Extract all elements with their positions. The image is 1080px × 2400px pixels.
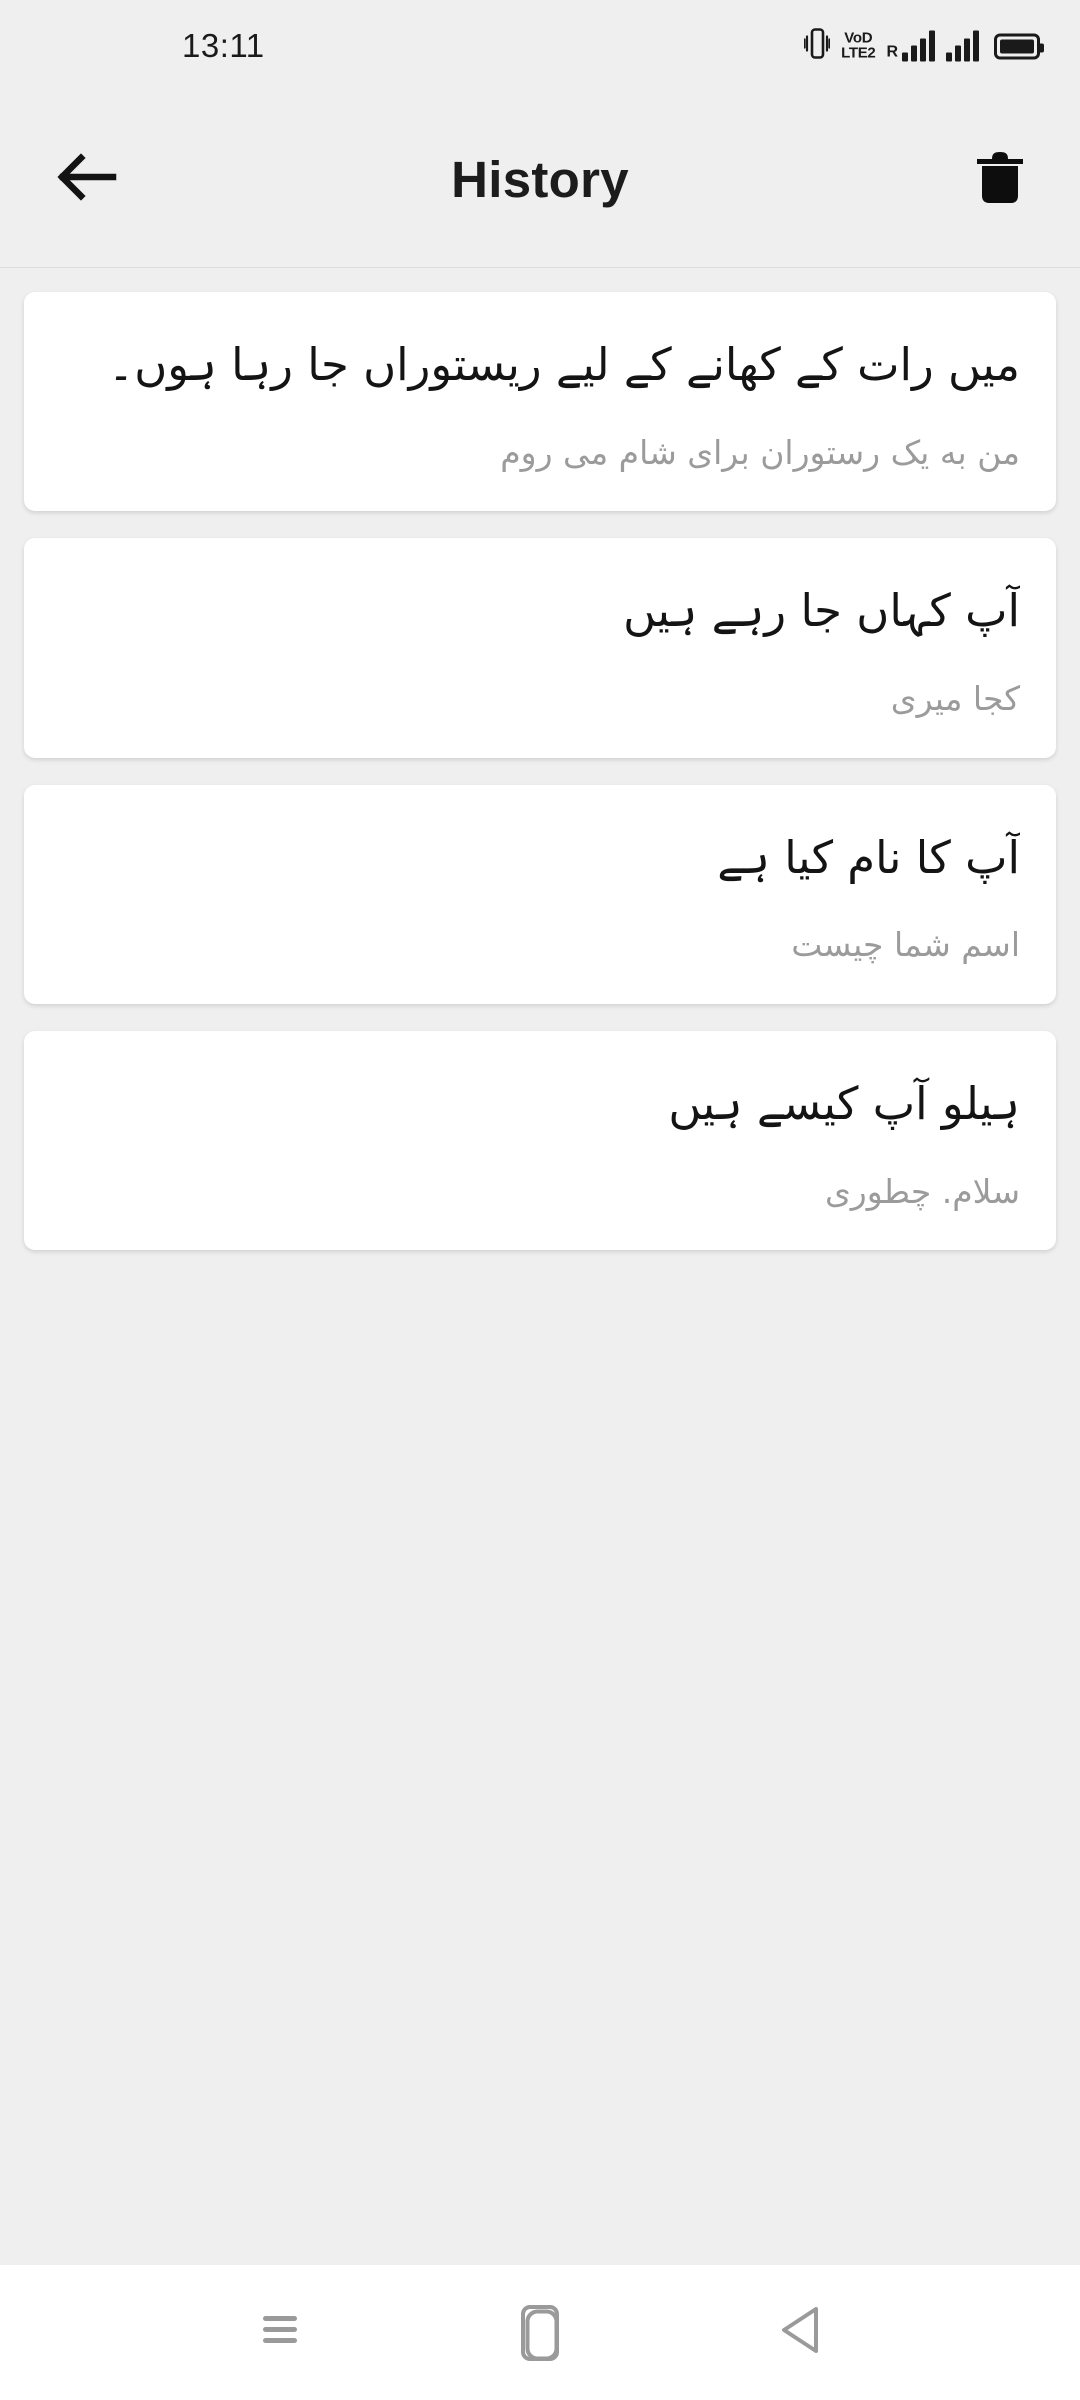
trash-icon xyxy=(976,149,1024,210)
status-icons: VoD LTE2 R xyxy=(803,27,1044,66)
app-bar: History xyxy=(0,92,1080,268)
history-item-target-text: کجا میری xyxy=(890,679,1020,718)
history-list: میں رات کے کھانے کے لیے ریستوراں جا رہا … xyxy=(0,268,1080,1250)
history-item[interactable]: میں رات کے کھانے کے لیے ریستوراں جا رہا … xyxy=(24,292,1056,512)
delete-history-button[interactable] xyxy=(950,130,1050,230)
arrow-left-icon xyxy=(55,150,117,209)
back-button[interactable] xyxy=(34,128,138,232)
history-item[interactable]: آپ کا نام کیا ہے اسم شما چیست xyxy=(24,784,1056,1004)
history-item-source-text: ہیلو آپ کیسے ہیں xyxy=(668,1076,1020,1130)
roaming-icon: R xyxy=(886,43,898,61)
history-item-source-text: میں رات کے کھانے کے لیے ریستوراں جا رہا … xyxy=(107,338,1020,391)
signal-sim2-icon xyxy=(946,30,979,62)
history-item-target-text: اسم شما چیست xyxy=(791,925,1020,965)
history-item[interactable]: آپ کہاں جا رہے ہیں کجا میری xyxy=(24,538,1056,758)
history-item-source-text: آپ کا نام کیا ہے xyxy=(717,830,1020,884)
volte-icon: VoD LTE2 xyxy=(841,31,876,61)
volte-line-2: LTE2 xyxy=(841,44,876,61)
history-item-source-text: آپ کہاں جا رہے ہیں xyxy=(623,584,1020,638)
history-item-target-text: من به یک رستوران برای شام می روم xyxy=(500,432,1020,472)
signal-bars-2 xyxy=(946,30,979,62)
home-button[interactable] xyxy=(480,2283,600,2383)
status-clock: 13:11 xyxy=(182,27,265,64)
signal-bars-1 xyxy=(902,30,935,62)
status-bar: 13:11 VoD LTE2 R xyxy=(0,0,1080,92)
system-navigation-bar xyxy=(0,2265,1080,2400)
battery-icon xyxy=(994,33,1044,59)
vibrate-icon xyxy=(803,27,831,66)
recents-icon xyxy=(263,2313,297,2352)
nav-back-button[interactable] xyxy=(740,2283,860,2383)
page-title: History xyxy=(451,151,629,208)
history-item-target-text: سلام. چطوری xyxy=(824,1171,1020,1211)
nav-back-icon xyxy=(780,2306,820,2359)
home-icon xyxy=(521,2304,559,2361)
recents-button[interactable] xyxy=(220,2283,340,2383)
history-item[interactable]: ہیلو آپ کیسے ہیں سلام. چطوری xyxy=(24,1030,1056,1250)
signal-sim1-icon: R xyxy=(886,30,935,62)
